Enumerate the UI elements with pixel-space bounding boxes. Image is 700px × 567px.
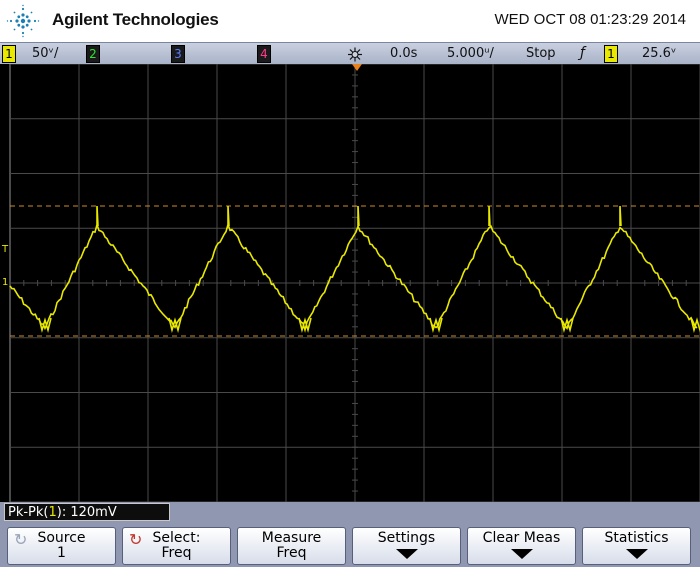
time-delay[interactable]: 0.0s <box>390 44 417 63</box>
submenu-arrow-icon <box>510 549 533 559</box>
channel-4-indicator[interactable]: 4 <box>257 44 271 63</box>
measurement-value: ): 120mV <box>56 505 117 520</box>
measurement-bar: Pk-Pk(1): 120mV <box>0 502 700 524</box>
statistics-softkey[interactable]: Statistics <box>582 527 691 565</box>
header-bar: Agilent Technologies WED OCT 08 01:23:29… <box>0 0 700 42</box>
trigger-source-indicator[interactable]: 1 <box>604 44 618 63</box>
trigger-slope-icon[interactable]: ƒ <box>580 44 585 63</box>
trigger-position-marker[interactable] <box>352 64 362 71</box>
timebase-scale[interactable]: 5.000ᵘ/ <box>447 44 494 63</box>
status-bar: 1 50ᵛ/ 2 3 4 0.0s 5.000ᵘ/ Stop ƒ 1 25.6ᵛ <box>0 42 700 65</box>
softkey-menu: ↻ Source 1 ↻ Select: Freq Measure Freq S… <box>0 524 700 567</box>
channel-3-number: 3 <box>171 45 185 63</box>
submenu-arrow-icon <box>625 549 648 559</box>
channel-1-ground-marker[interactable]: 1 <box>2 277 8 288</box>
run-state[interactable]: Stop <box>526 44 556 63</box>
measure-softkey[interactable]: Measure Freq <box>237 527 346 565</box>
rotate-knob-icon: ↻ <box>129 530 143 549</box>
agilent-spark-logo <box>6 4 40 38</box>
channel-1-indicator[interactable]: 1 <box>2 44 16 63</box>
channel-4-number: 4 <box>257 45 271 63</box>
measurement-label: Pk-Pk( <box>8 505 49 520</box>
trigger-source: 1 <box>604 45 618 63</box>
statistics-label: Statistics <box>604 530 669 546</box>
brand-name: Agilent Technologies <box>52 10 219 29</box>
settings-label: Settings <box>377 530 436 546</box>
channel-2-number: 2 <box>86 45 100 63</box>
channel-3-indicator[interactable]: 3 <box>171 44 185 63</box>
settings-softkey[interactable]: Settings <box>352 527 461 565</box>
channel-2-indicator[interactable]: 2 <box>86 44 100 63</box>
submenu-arrow-icon <box>395 549 418 559</box>
measurement-readout: Pk-Pk(1): 120mV <box>4 503 170 521</box>
measure-label: Measure <box>261 530 322 546</box>
date-time: WED OCT 08 01:23:29 2014 <box>494 11 687 28</box>
graticule: T 1 <box>1 63 700 503</box>
waveform-display: T 1 <box>0 63 700 503</box>
trigger-level-marker[interactable]: T <box>1 244 9 255</box>
horizontal-position-icon[interactable] <box>346 45 364 64</box>
measure-value: Freq <box>276 545 307 561</box>
select-softkey[interactable]: ↻ Select: Freq <box>122 527 231 565</box>
trigger-level[interactable]: 25.6ᵛ <box>642 44 676 63</box>
clear-meas-label: Clear Meas <box>482 530 561 546</box>
channel-1-number: 1 <box>2 45 16 63</box>
measurement-source: 1 <box>48 505 57 520</box>
clear-meas-softkey[interactable]: Clear Meas <box>467 527 576 565</box>
rotate-knob-icon: ↻ <box>14 530 28 549</box>
source-softkey[interactable]: ↻ Source 1 <box>7 527 116 565</box>
channel-1-scale[interactable]: 50ᵛ/ <box>32 44 58 63</box>
grid-lines <box>9 63 700 503</box>
